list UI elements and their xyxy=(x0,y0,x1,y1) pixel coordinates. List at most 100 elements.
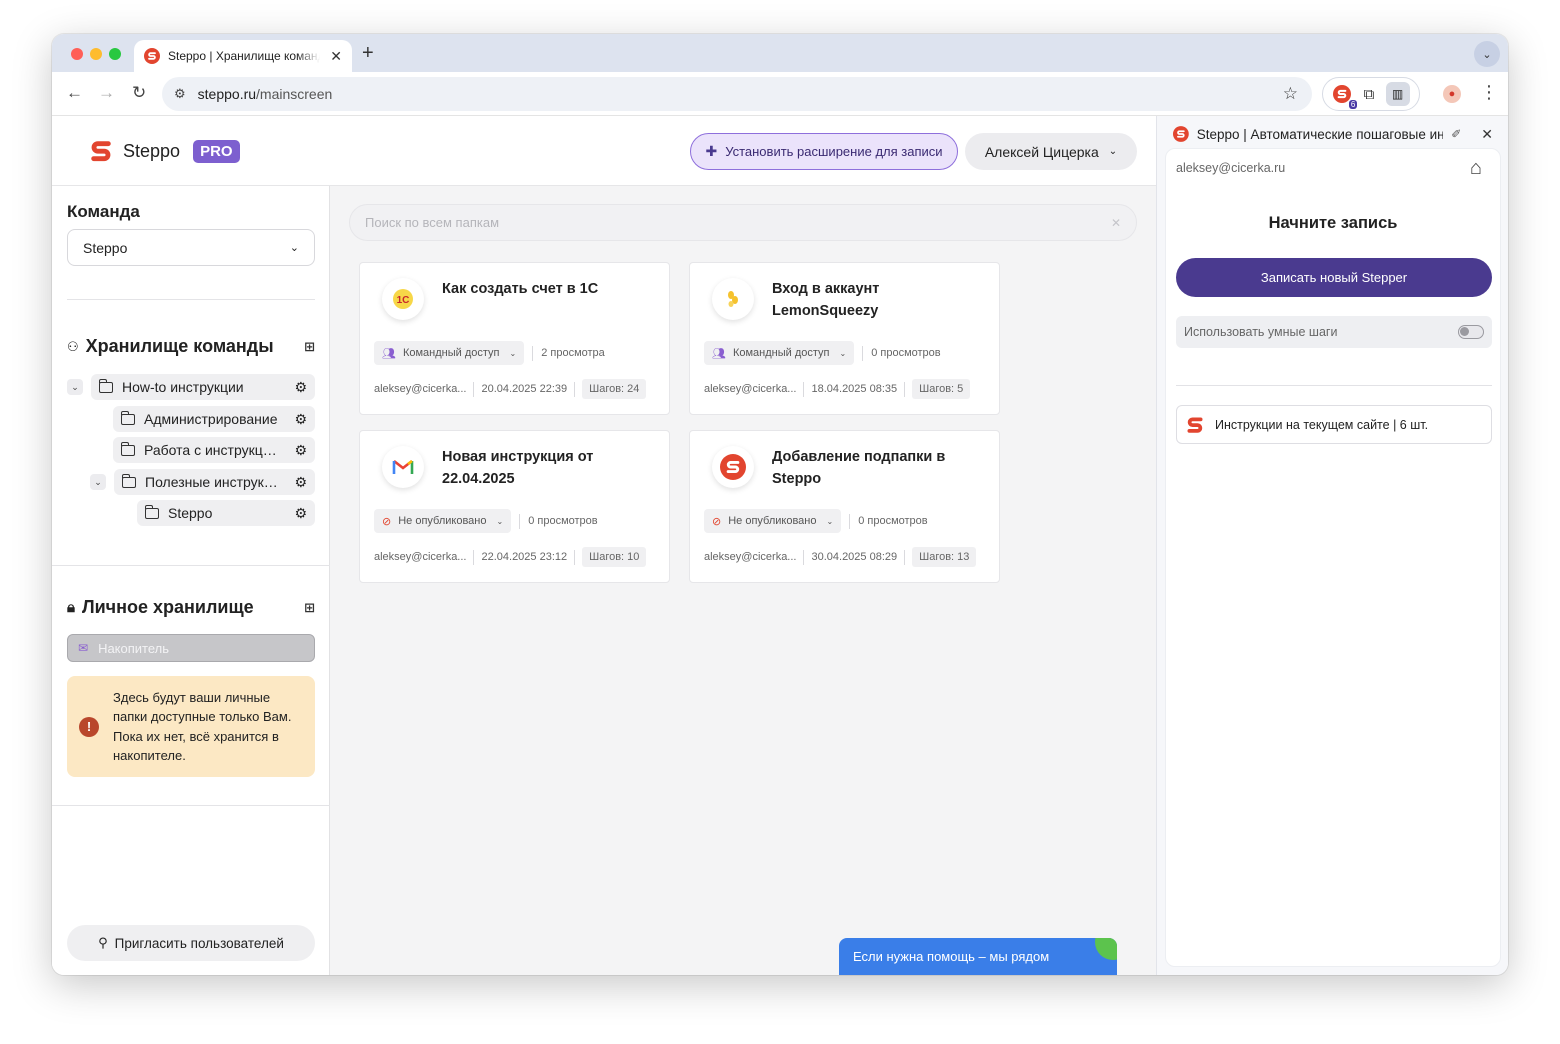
add-folder-icon[interactable]: ⊞ xyxy=(304,339,315,355)
tree-item[interactable]: Полезные инструкции ⚙ xyxy=(114,469,315,495)
separator xyxy=(574,381,576,397)
active-tab[interactable]: Steppo | Хранилище команд ✕ xyxy=(134,40,352,72)
new-tab-button[interactable]: + xyxy=(362,43,374,63)
separator xyxy=(904,549,906,565)
access-dropdown[interactable]: 👥︎ Командный доступ ⌄ xyxy=(704,341,855,365)
bookmark-star-icon[interactable]: ☆ xyxy=(1283,84,1298,104)
tree-expand-chevron-icon[interactable]: ⌄ xyxy=(90,474,106,490)
tree-item[interactable]: Администрирование ⚙ xyxy=(113,406,315,432)
unpin-icon[interactable]: ✐ xyxy=(1451,127,1461,141)
search-bar: ✕ xyxy=(349,204,1137,241)
chevron-down-icon: ⌄ xyxy=(509,348,517,358)
separator xyxy=(803,549,805,565)
views-count: 2 просмотра xyxy=(541,347,605,359)
invite-users-button[interactable]: ⚲ Пригласить пользователей xyxy=(67,925,315,961)
brand-name: Steppo xyxy=(123,140,181,161)
team-select[interactable]: Steppo ⌄ xyxy=(67,229,315,266)
card-title: Как создать счет в 1С xyxy=(442,281,599,297)
access-label: Не опубликовано xyxy=(398,515,487,527)
access-label: Командный доступ xyxy=(402,347,500,359)
maximize-window-button[interactable] xyxy=(109,48,121,60)
smart-steps-row: Использовать умные шаги xyxy=(1176,316,1492,348)
not-published-icon: ⊘ xyxy=(382,515,392,528)
side-panel-content: aleksey@cicerka.ru ⌂ Начните запись Запи… xyxy=(1165,148,1501,967)
puzzle-extensions-icon[interactable]: ⧉ xyxy=(1359,84,1379,104)
separator xyxy=(519,513,521,529)
lemonsqueezy-logo-icon xyxy=(712,278,754,320)
clear-search-icon[interactable]: ✕ xyxy=(1111,216,1121,230)
access-label: Не опубликовано xyxy=(728,515,817,527)
card-date: 18.04.2025 08:35 xyxy=(811,383,898,395)
personal-storage-header: 🔒︎ Личное хранилище ⊞ xyxy=(67,597,315,618)
steppo-logo-icon xyxy=(1187,417,1203,433)
tree-item[interactable]: How-to инструкции ⚙ xyxy=(91,374,315,400)
help-label: Если нужна помощь – мы рядом xyxy=(853,949,1050,964)
divider xyxy=(67,299,315,300)
smart-steps-toggle[interactable] xyxy=(1458,325,1484,339)
site-instructions-label: Инструкции на текущем сайте | 6 шт. xyxy=(1215,417,1429,432)
pro-badge: PRO xyxy=(193,139,240,163)
tree-item[interactable]: Steppo ⚙ xyxy=(137,500,315,526)
personal-storage-title: Личное хранилище xyxy=(81,597,254,617)
forward-arrow-icon[interactable]: → xyxy=(98,83,115,103)
install-extension-button[interactable]: ✚ Установить расширение для записи xyxy=(690,133,958,170)
side-panel-icon[interactable]: ▥ xyxy=(1385,82,1410,106)
back-arrow-icon[interactable]: ← xyxy=(66,83,83,103)
gear-icon[interactable]: ⚙ xyxy=(294,505,307,522)
card-footer: aleksey@cicerka... 20.04.2025 22:39 Шаго… xyxy=(374,379,647,399)
account-email: aleksey@cicerka.ru xyxy=(1176,161,1286,175)
tab-search-chevron-icon[interactable]: ⌄ xyxy=(1474,41,1500,67)
browser-menu-icon[interactable]: ⋮ xyxy=(1480,82,1498,103)
profile-avatar-icon[interactable]: ● xyxy=(1443,85,1461,103)
minimize-window-button[interactable] xyxy=(90,48,102,60)
instruction-card[interactable]: 1C Как создать счет в 1С 👥︎ Командный до… xyxy=(359,262,670,415)
site-instructions-button[interactable]: Инструкции на текущем сайте | 6 шт. xyxy=(1176,405,1492,444)
address-bar[interactable]: ⚙ steppo.ru/mainscreen ☆ xyxy=(162,77,1312,111)
record-stepper-button[interactable]: Записать новый Stepper xyxy=(1176,258,1492,297)
site-settings-icon[interactable]: ⚙ xyxy=(174,86,186,102)
help-chat-widget[interactable]: Если нужна помощь – мы рядом xyxy=(839,938,1117,975)
card-title: Новая инструкция от 22.04.2025 xyxy=(442,449,594,487)
separator xyxy=(532,345,534,361)
gear-icon[interactable]: ⚙ xyxy=(294,442,307,459)
chevron-down-icon: ⌄ xyxy=(839,348,847,358)
close-icon[interactable]: ✕ xyxy=(1481,126,1493,143)
tree-expand-chevron-icon[interactable]: ⌄ xyxy=(67,379,83,395)
tab-strip: Steppo | Хранилище команд ✕ + ⌄ xyxy=(52,34,1508,72)
add-folder-icon[interactable]: ⊞ xyxy=(304,600,315,616)
steppo-extension-icon[interactable]: 6 xyxy=(1332,84,1358,109)
folder-icon xyxy=(121,473,136,488)
chevron-down-icon: ⌄ xyxy=(826,516,834,526)
access-dropdown[interactable]: 👥︎ Командный доступ ⌄ xyxy=(374,341,525,365)
svg-text:1C: 1C xyxy=(397,295,410,306)
instruction-card[interactable]: Вход в аккаунт LemonSqueezy 👥︎ Командный… xyxy=(689,262,1000,415)
user-menu-button[interactable]: Алексей Цицерка ⌄ xyxy=(965,133,1137,170)
gear-icon[interactable]: ⚙ xyxy=(294,411,307,428)
home-icon[interactable]: ⌂ xyxy=(1470,157,1482,180)
1c-logo-icon: 1C xyxy=(382,278,424,320)
invite-users-label: Пригласить пользователей xyxy=(114,935,284,951)
tree-item[interactable]: Работа с инструкциями ⚙ xyxy=(113,437,315,463)
steps-count: Шагов: 13 xyxy=(912,547,977,567)
access-dropdown[interactable]: ⊘ Не опубликовано ⌄ xyxy=(704,509,842,533)
tree-item-label: How-to инструкции xyxy=(122,379,244,395)
search-input[interactable] xyxy=(365,215,1111,230)
help-decor-icon xyxy=(1095,938,1117,960)
card-date: 30.04.2025 08:29 xyxy=(811,551,898,563)
brand-logo[interactable]: Steppo PRO xyxy=(88,138,240,164)
gear-icon[interactable]: ⚙ xyxy=(294,474,307,491)
close-window-button[interactable] xyxy=(71,48,83,60)
card-author: aleksey@cicerka... xyxy=(704,551,797,563)
side-panel-header: Steppo | Автоматические пошаговые инстру… xyxy=(1173,121,1493,147)
main-content: ✕ 1C Как создать счет в 1С 👥︎ Командный … xyxy=(331,186,1156,975)
instruction-card[interactable]: Добавление подпапки в Steppo ⊘ Не опубли… xyxy=(689,430,1000,583)
inbox-item[interactable]: ✉ Накопитель xyxy=(67,634,315,662)
url-text: steppo.ru/mainscreen xyxy=(197,86,333,102)
views-count: 0 просмотров xyxy=(871,347,941,359)
steps-count: Шагов: 24 xyxy=(582,379,647,399)
access-dropdown[interactable]: ⊘ Не опубликовано ⌄ xyxy=(374,509,512,533)
gear-icon[interactable]: ⚙ xyxy=(294,379,307,396)
instruction-card[interactable]: Новая инструкция от 22.04.2025 ⊘ Не опуб… xyxy=(359,430,670,583)
reload-icon[interactable]: ↻ xyxy=(132,83,146,103)
tab-close-icon[interactable]: ✕ xyxy=(330,48,342,65)
